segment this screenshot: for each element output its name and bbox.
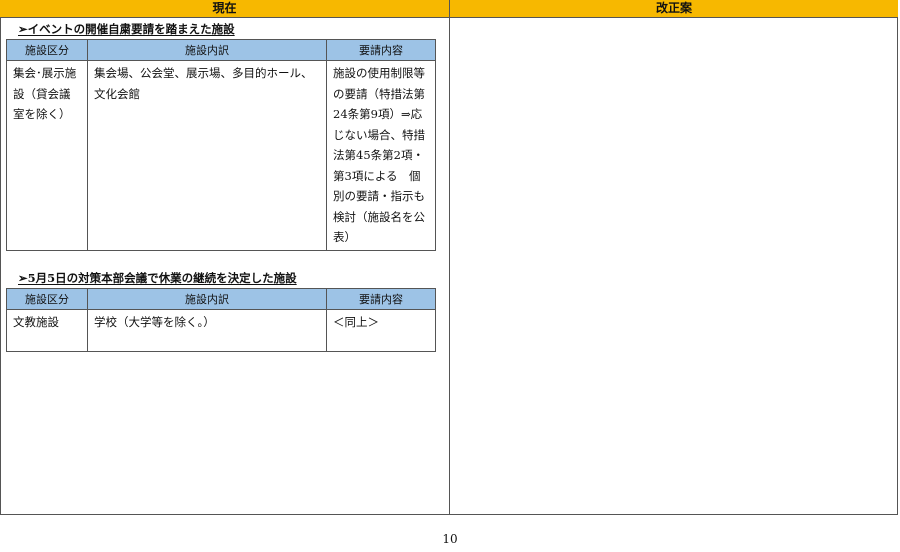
- column-header-revision: 改正案: [450, 0, 898, 18]
- table-row: 集会･展示施設（貸会議室を除く） 集会場、公会堂、展示場、多目的ホール、文化会館…: [6, 60, 436, 251]
- cell-request: ＜同上＞: [326, 309, 436, 352]
- table-header-row: 施設区分 施設内訳 要請内容: [6, 288, 436, 310]
- header-category: 施設区分: [6, 288, 88, 310]
- column-header-current: 現在: [0, 0, 450, 18]
- table-event-facilities: 施設区分 施設内訳 要請内容 集会･展示施設（貸会議室を除く） 集会場、公会堂、…: [6, 39, 436, 251]
- table-row: 文教施設 学校（大学等を除く。） ＜同上＞: [6, 309, 436, 352]
- cell-request: 施設の使用制限等の要請（特措法第24条第9項）⇒応じない場合、特措法第45条第2…: [326, 60, 436, 251]
- section-title-event-facilities: ➢イベントの開催自粛要請を踏まえた施設: [18, 22, 235, 36]
- header-request: 要請内容: [326, 39, 436, 61]
- header-breakdown: 施設内訳: [87, 39, 327, 61]
- header-breakdown: 施設内訳: [87, 288, 327, 310]
- cell-category: 文教施設: [6, 309, 88, 352]
- cell-breakdown: 学校（大学等を除く。）: [87, 309, 327, 352]
- column-divider: [449, 0, 450, 515]
- table-header-row: 施設区分 施設内訳 要請内容: [6, 39, 436, 61]
- header-category: 施設区分: [6, 39, 88, 61]
- cell-breakdown: 集会場、公会堂、展示場、多目的ホール、文化会館: [87, 60, 327, 251]
- header-request: 要請内容: [326, 288, 436, 310]
- cell-category: 集会･展示施設（貸会議室を除く）: [6, 60, 88, 251]
- section-title-closure-facilities: ➢5月5日の対策本部会議で休業の継続を決定した施設: [18, 271, 297, 285]
- table-closure-facilities: 施設区分 施設内訳 要請内容 文教施設 学校（大学等を除く。） ＜同上＞: [6, 288, 436, 352]
- page-number: 10: [442, 532, 458, 546]
